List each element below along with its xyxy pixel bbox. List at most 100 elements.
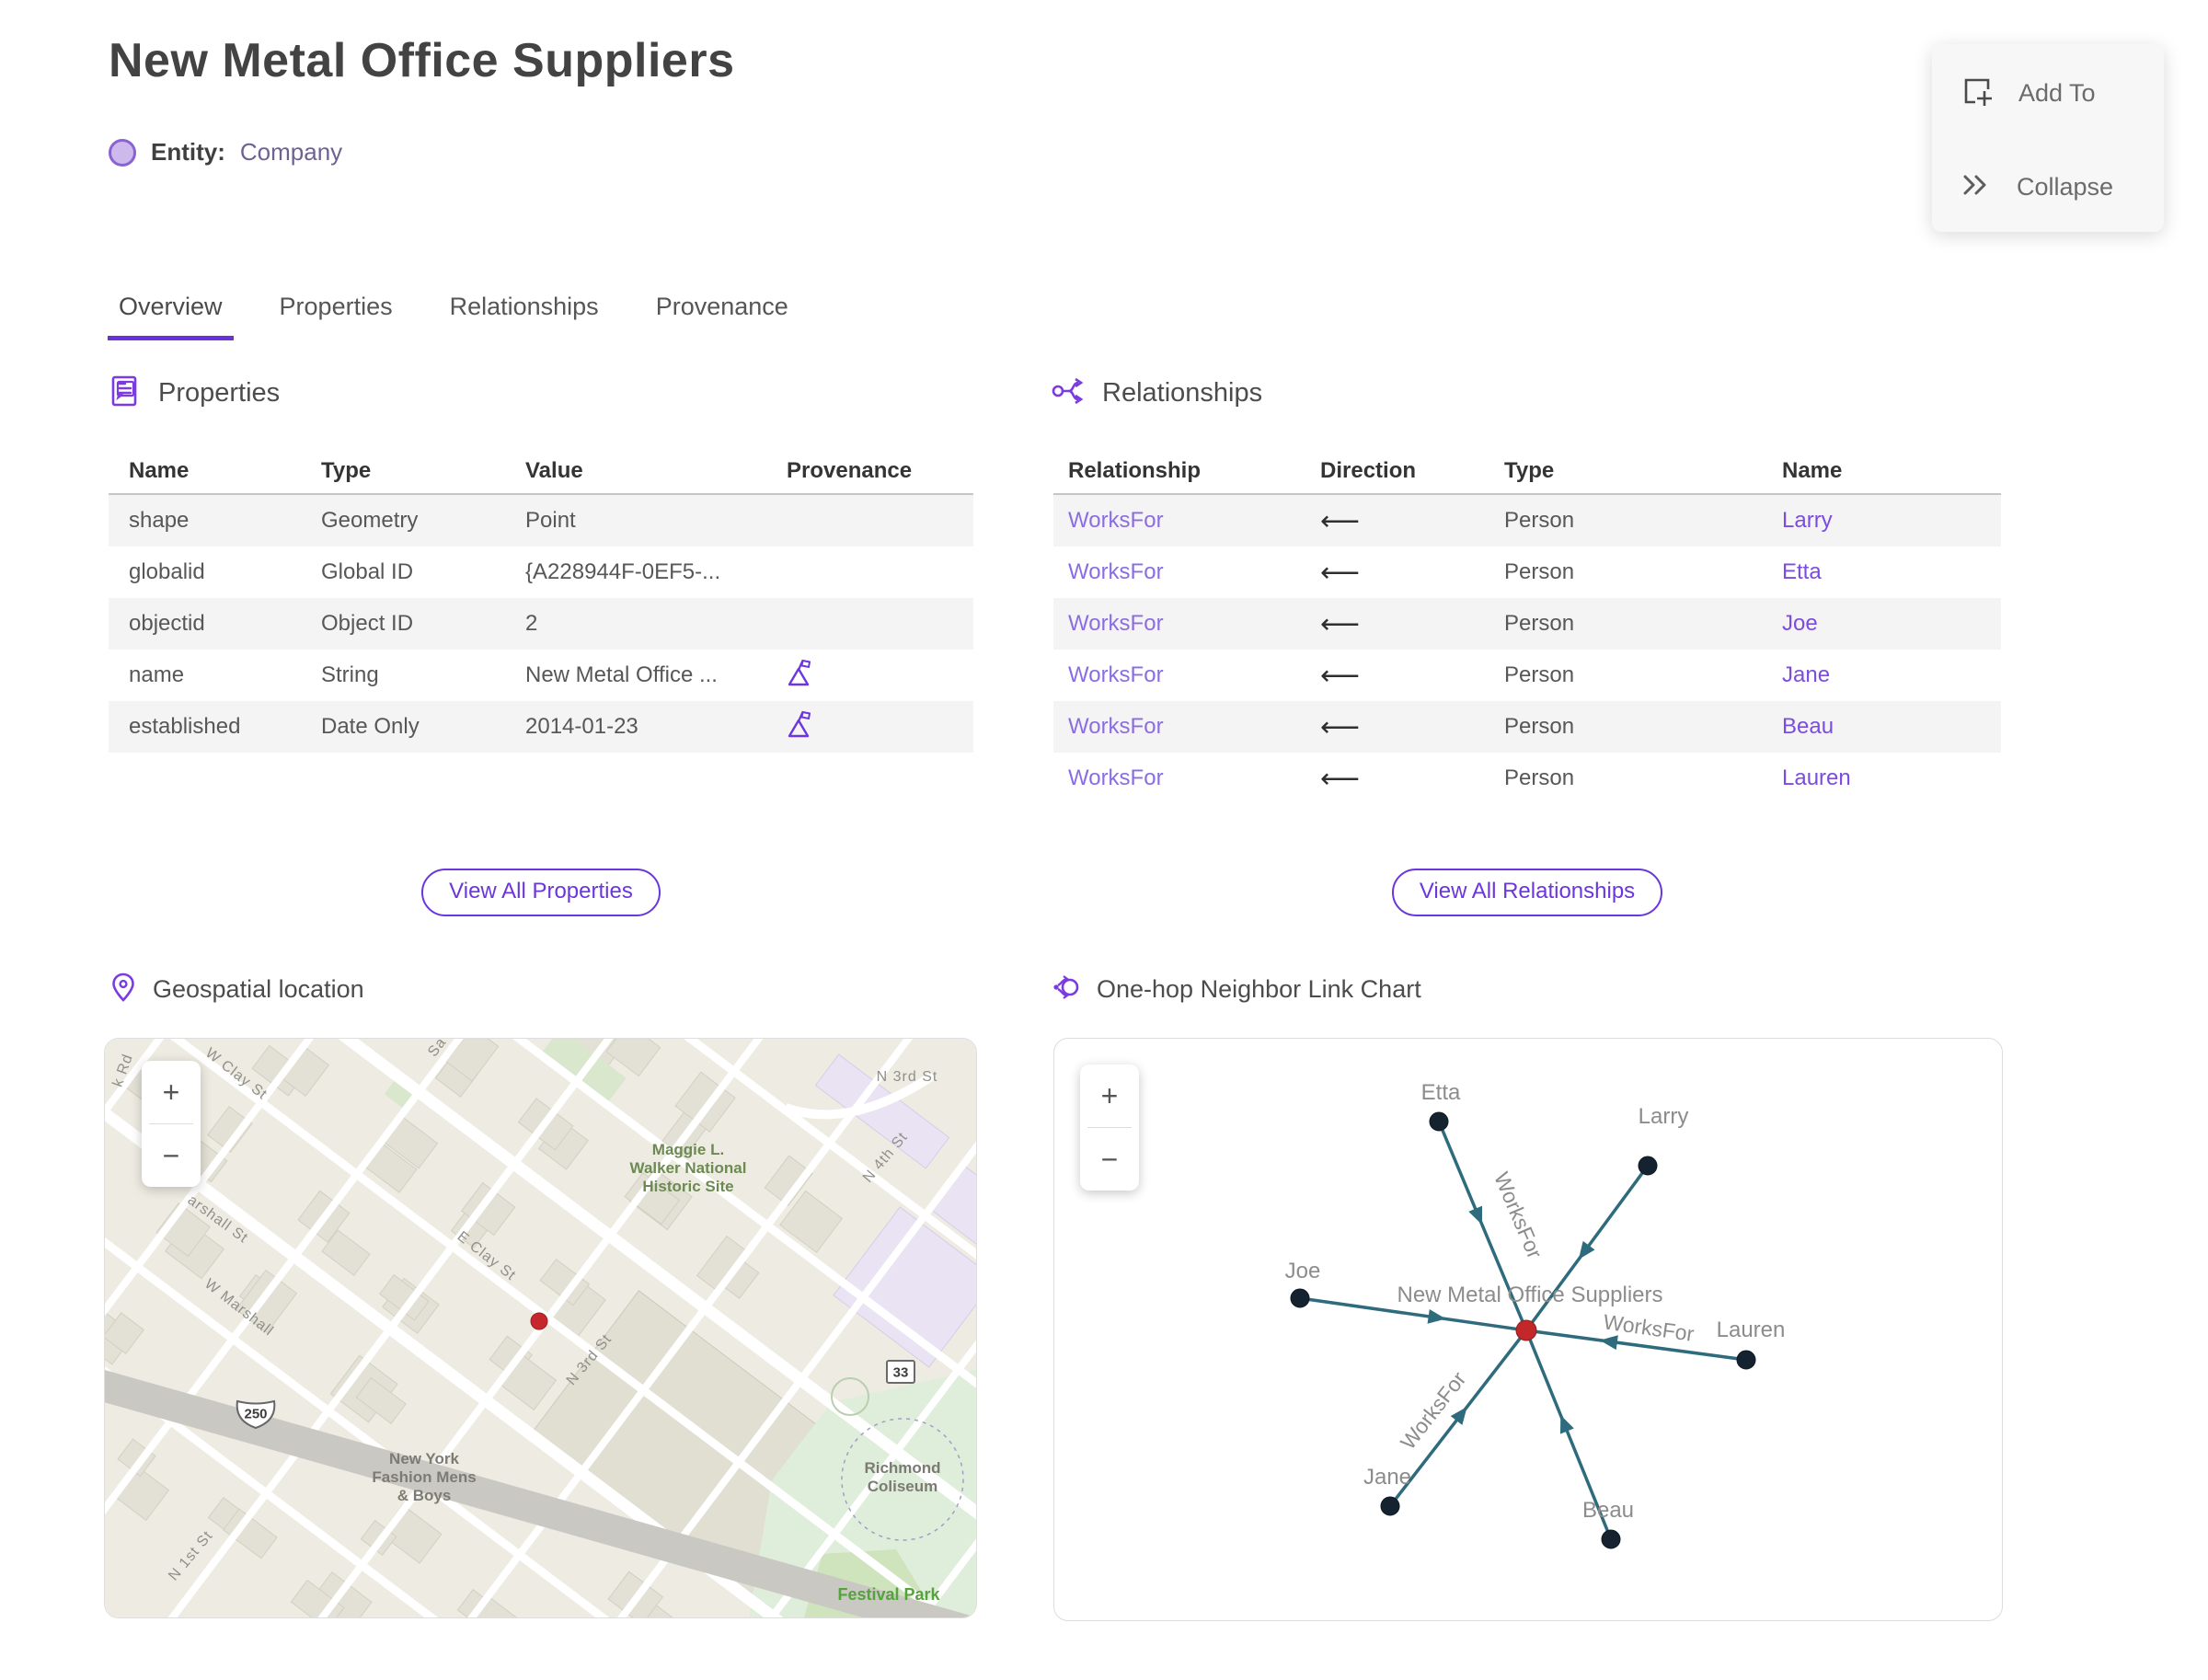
table-header-row: Relationship Direction Type Name	[1053, 449, 2001, 495]
properties-section-header: Properties	[109, 374, 280, 413]
chart-center-label: New Metal Office Suppliers	[1397, 1283, 1662, 1307]
tab-overview[interactable]: Overview	[108, 293, 234, 340]
direction-arrow: ⟵	[1320, 660, 1361, 691]
map-zoom-in-button[interactable]: +	[142, 1061, 201, 1123]
collapse-button[interactable]: Collapse	[1960, 171, 2113, 203]
related-entity-link[interactable]: Larry	[1782, 508, 2016, 534]
property-name: established	[129, 714, 241, 739]
map-entity-marker[interactable]	[530, 1312, 548, 1330]
relationship-link[interactable]: WorksFor	[1068, 611, 1320, 637]
property-type: String	[321, 662, 379, 687]
property-row: established Date Only 2014-01-23	[109, 701, 973, 753]
property-row: name String New Metal Office ...	[109, 650, 973, 701]
edge-label: WorksFor	[1489, 1168, 1547, 1262]
chart-node-Jane[interactable]	[1380, 1496, 1400, 1516]
relationship-type: Person	[1504, 765, 1575, 790]
chart-center-node[interactable]	[1515, 1319, 1537, 1341]
tab-bar: Overview Properties Relationships Provenanc…	[108, 293, 834, 340]
relationship-row: WorksFor ⟵ Person Larry	[1053, 495, 2001, 547]
relationship-type: Person	[1504, 611, 1575, 636]
geospatial-section-header: Geospatial location	[109, 972, 364, 1007]
tab-relationships[interactable]: Relationships	[439, 293, 610, 340]
properties-icon	[109, 374, 144, 413]
relationship-row: WorksFor ⟵ Person Etta	[1053, 547, 2001, 598]
property-type: Geometry	[321, 508, 419, 533]
chart-node-label: Etta	[1421, 1080, 1461, 1105]
direction-arrow: ⟵	[1320, 711, 1361, 742]
related-entity-link[interactable]: Beau	[1782, 714, 2016, 740]
svg-text:33: 33	[893, 1365, 909, 1381]
relationship-type: Person	[1504, 508, 1575, 533]
edge-label: WorksFor	[1396, 1367, 1471, 1454]
chart-node-label: Joe	[1285, 1259, 1321, 1283]
column-header: Name	[1782, 458, 1843, 483]
property-value: New Metal Office ...	[525, 662, 718, 687]
view-all-relationships-button[interactable]: View All Relationships	[1391, 869, 1663, 916]
property-name: shape	[129, 508, 190, 533]
relationships-section-header: Relationships	[1051, 374, 1262, 413]
map-pin-icon	[109, 972, 138, 1007]
direction-arrow: ⟵	[1320, 763, 1361, 794]
property-type: Date Only	[321, 714, 420, 739]
relationships-icon	[1051, 374, 1087, 413]
page-title: New Metal Office Suppliers	[109, 34, 735, 87]
map-street-label: N 3rd St	[877, 1069, 938, 1085]
chart-zoom-out-button[interactable]: −	[1080, 1128, 1139, 1191]
relationship-link[interactable]: WorksFor	[1068, 559, 1320, 585]
property-name: objectid	[129, 611, 205, 636]
related-entity-link[interactable]: Joe	[1782, 611, 2016, 637]
column-header: Relationship	[1068, 458, 1202, 483]
tab-properties[interactable]: Properties	[269, 293, 404, 340]
map-zoom-out-button[interactable]: −	[142, 1124, 201, 1187]
chart-node-Joe[interactable]	[1290, 1288, 1310, 1308]
chart-node-label: Lauren	[1717, 1318, 1786, 1342]
relationship-link[interactable]: WorksFor	[1068, 714, 1320, 740]
column-header: Value	[525, 458, 583, 483]
related-entity-link[interactable]: Etta	[1782, 559, 2016, 585]
property-value: 2	[525, 611, 538, 636]
add-to-label: Add To	[2018, 79, 2096, 107]
direction-arrow: ⟵	[1320, 608, 1361, 639]
view-all-properties-button[interactable]: View All Properties	[421, 869, 661, 916]
add-to-map-icon	[1960, 74, 1995, 113]
column-header: Type	[321, 458, 372, 483]
property-value: {A228944F-0EF5-...	[525, 559, 721, 584]
relationship-link[interactable]: WorksFor	[1068, 765, 1320, 791]
one-hop-link-chart[interactable]: WorksForWorksForWorksForEttaLarryJoeLaur…	[1054, 1039, 2002, 1620]
link-chart-panel: WorksFor WorksFor WorksFor Etta Larry Joe Laur…	[1053, 1038, 2003, 1621]
map-zoom-control: + −	[142, 1061, 201, 1187]
chart-node-Beau[interactable]	[1601, 1529, 1621, 1549]
relationship-row: WorksFor ⟵ Person Beau	[1053, 701, 2001, 753]
tab-provenance[interactable]: Provenance	[645, 293, 799, 340]
chevrons-right-icon	[1960, 171, 1993, 203]
add-to-button[interactable]: Add To	[1960, 74, 2096, 113]
relationships-section-title: Relationships	[1102, 378, 1263, 408]
chart-node-Lauren[interactable]	[1736, 1350, 1756, 1370]
column-header: Type	[1504, 458, 1555, 483]
chart-node-Larry[interactable]	[1638, 1156, 1658, 1176]
direction-arrow: ⟵	[1320, 557, 1361, 588]
chart-node-Etta[interactable]	[1429, 1111, 1449, 1132]
relationship-link[interactable]: WorksFor	[1068, 508, 1320, 534]
chart-node-label: Jane	[1363, 1465, 1411, 1490]
relationship-link[interactable]: WorksFor	[1068, 662, 1320, 688]
geospatial-map[interactable]: 25033W Clay Starshall StW MarshallE Clay…	[105, 1039, 976, 1617]
highway-shield-33: 33	[886, 1360, 915, 1384]
map-poi-label: Richmond Coliseum	[864, 1459, 940, 1495]
relationship-type: Person	[1504, 559, 1575, 584]
related-entity-link[interactable]: Lauren	[1782, 765, 2016, 791]
geospatial-map-panel: 250 33 W Clay St arshall St W Marshall E Clay…	[104, 1038, 977, 1618]
geospatial-section-title: Geospatial location	[153, 975, 364, 1003]
entity-detail-page: New Metal Office Suppliers Entity: Compa…	[0, 0, 2208, 1680]
property-row: globalid Global ID {A228944F-0EF5-...	[109, 547, 973, 598]
property-name: name	[129, 662, 185, 687]
relationship-row: WorksFor ⟵ Person Joe	[1053, 598, 2001, 650]
provenance-flag-icon[interactable]	[787, 658, 994, 694]
chart-zoom-in-button[interactable]: +	[1080, 1064, 1139, 1127]
property-row: shape Geometry Point	[109, 495, 973, 547]
provenance-flag-icon[interactable]	[787, 709, 994, 745]
link-chart-section-header: One-hop Neighbor Link Chart	[1051, 972, 1421, 1007]
property-name: globalid	[129, 559, 205, 584]
relationship-row: WorksFor ⟵ Person Lauren	[1053, 753, 2001, 804]
related-entity-link[interactable]: Jane	[1782, 662, 2016, 688]
